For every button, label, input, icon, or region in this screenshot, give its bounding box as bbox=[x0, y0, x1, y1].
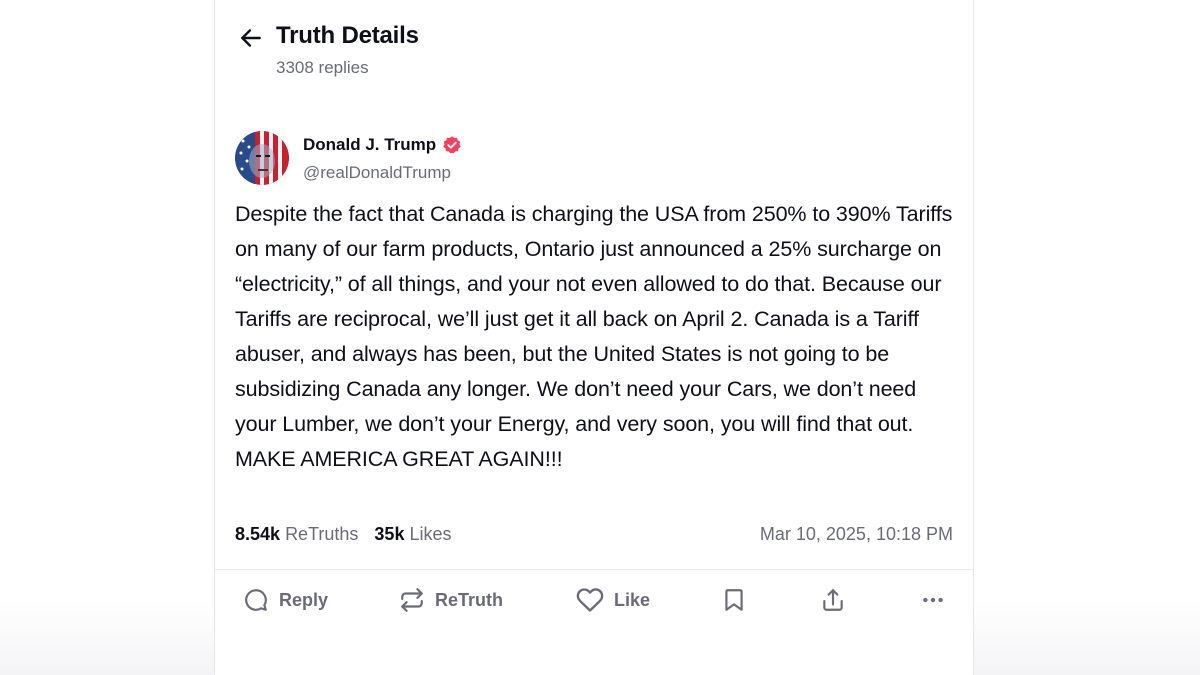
reply-label: Reply bbox=[279, 589, 329, 610]
retruths-stat[interactable]: 8.54k ReTruths bbox=[235, 524, 358, 545]
author-handle[interactable]: @realDonaldTrump bbox=[303, 163, 451, 183]
reply-icon bbox=[245, 589, 267, 611]
retruth-icon bbox=[401, 588, 423, 612]
share-button[interactable] bbox=[820, 584, 846, 616]
avatar-image bbox=[235, 131, 289, 185]
avatar[interactable] bbox=[235, 131, 289, 185]
like-label: Like bbox=[614, 589, 651, 610]
page: Truth Details 3308 replies Donald J. Tru… bbox=[0, 0, 1200, 675]
bookmark-icon bbox=[725, 589, 743, 611]
page-title: Truth Details bbox=[276, 22, 419, 49]
bookmark-button[interactable] bbox=[721, 584, 747, 616]
arrow-left-icon bbox=[241, 29, 261, 47]
post-stats: 8.54k ReTruths 35k Likes bbox=[235, 524, 452, 545]
share-icon bbox=[823, 589, 843, 611]
like-button[interactable]: Like bbox=[576, 584, 650, 616]
post-timestamp[interactable]: Mar 10, 2025, 10:18 PM bbox=[760, 524, 953, 545]
reply-button[interactable]: Reply bbox=[243, 584, 328, 616]
author-name[interactable]: Donald J. Trump bbox=[303, 135, 436, 155]
retruth-label: ReTruth bbox=[435, 589, 504, 610]
more-icon bbox=[923, 597, 943, 603]
likes-count: 35k bbox=[374, 524, 405, 544]
likes-stat[interactable]: 35k Likes bbox=[374, 524, 451, 545]
reply-count: 3308 replies bbox=[276, 58, 369, 77]
retruths-count: 8.54k bbox=[235, 524, 281, 544]
truth-detail-column: Truth Details 3308 replies Donald J. Tru… bbox=[214, 0, 974, 675]
back-button[interactable] bbox=[237, 24, 265, 52]
likes-label: Likes bbox=[409, 524, 452, 544]
like-icon bbox=[576, 588, 604, 612]
divider bbox=[215, 569, 973, 570]
retruths-label: ReTruths bbox=[285, 524, 359, 544]
verified-badge-icon bbox=[443, 136, 461, 154]
retruth-button[interactable]: ReTruth bbox=[399, 584, 503, 616]
more-options-button[interactable] bbox=[920, 584, 946, 616]
post-text: Despite the fact that Canada is charging… bbox=[235, 202, 953, 471]
author-name-row: Donald J. Trump bbox=[303, 135, 462, 155]
